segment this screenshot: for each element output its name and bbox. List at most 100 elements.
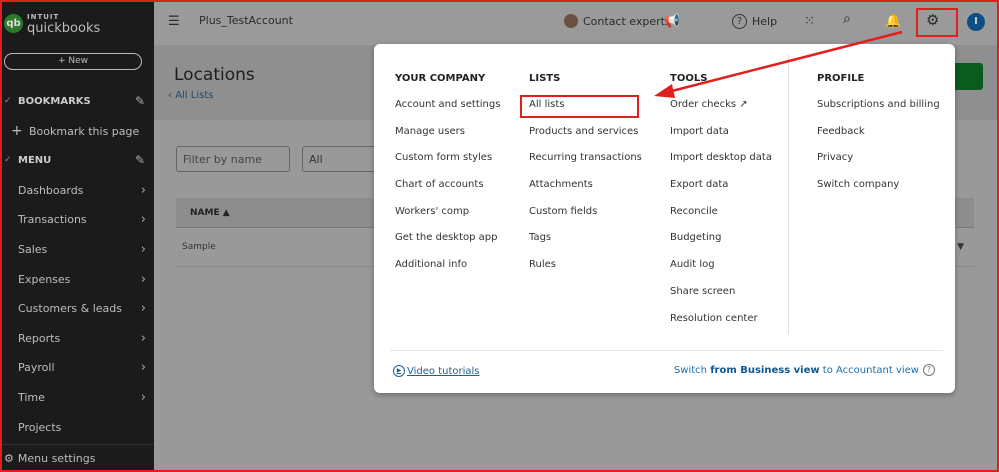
menu-item-budgeting[interactable]: Budgeting	[670, 232, 772, 259]
chevron-right-icon: ›	[140, 330, 146, 346]
menu-item-custom-form-styles[interactable]: Custom form styles	[395, 152, 500, 179]
chevron-right-icon: ›	[140, 271, 146, 287]
menu-settings-label: Menu settings	[17, 452, 96, 465]
sidebar-item-reports[interactable]: Reports ›	[0, 328, 154, 348]
menu-item-rules[interactable]: Rules	[529, 259, 642, 286]
contact-label: Contact experts	[583, 14, 671, 28]
check-icon: ✓	[4, 96, 12, 106]
menu-item-audit-log[interactable]: Audit log	[670, 259, 772, 286]
sidebar-item-time[interactable]: Time ›	[0, 387, 154, 407]
sidebar-item-sales[interactable]: Sales ›	[0, 239, 154, 259]
chevron-right-icon: ›	[140, 211, 146, 227]
bookmarks-header[interactable]: ✓ BOOKMARKS ✎	[0, 91, 154, 111]
sidebar-item-label: Payroll	[18, 360, 55, 374]
menu-item-account-settings[interactable]: Account and settings	[395, 99, 500, 126]
sidebar-item-payroll[interactable]: Payroll ›	[0, 357, 154, 377]
column-heading: YOUR COMPANY	[395, 73, 486, 84]
menu-item-feedback[interactable]: Feedback	[817, 126, 940, 153]
collapse-menu-icon[interactable]: ☰	[168, 14, 180, 29]
annotation-all-lists-highlight	[520, 95, 639, 118]
help-icon: ?	[732, 14, 747, 29]
bookmark-page-label: Bookmark this page	[29, 124, 140, 138]
column-divider	[788, 54, 789, 334]
video-tutorials-link[interactable]: ▶ Video tutorials	[393, 365, 480, 377]
switch-pre: Switch	[673, 364, 711, 376]
menu-item-tags[interactable]: Tags	[529, 232, 642, 259]
sidebar-item-label: Dashboards	[18, 183, 84, 197]
menu-item-import-desktop-data[interactable]: Import desktop data	[670, 152, 772, 179]
column-heading: LISTS	[529, 73, 561, 84]
row-action-dropdown-icon[interactable]: ▼	[957, 242, 964, 252]
top-bar: ☰ Plus_TestAccount Contact experts 📢 ? He…	[154, 0, 999, 45]
back-label: All Lists	[175, 90, 214, 101]
search-icon[interactable]: ⌕	[843, 11, 851, 27]
menu-item-switch-company[interactable]: Switch company	[817, 179, 940, 206]
bookmark-this-page[interactable]: + Bookmark this page	[0, 121, 154, 141]
chevron-right-icon: ›	[140, 182, 146, 198]
menu-item-privacy[interactable]: Privacy	[817, 152, 940, 179]
pencil-icon[interactable]: ✎	[135, 94, 145, 108]
check-icon: ✓	[4, 155, 12, 165]
sidebar-item-label: Transactions	[18, 212, 87, 226]
menu-item-products-services[interactable]: Products and services	[529, 126, 642, 153]
divider	[0, 444, 154, 445]
new-button[interactable]: + New	[4, 53, 142, 70]
menu-item-desktop-app[interactable]: Get the desktop app	[395, 232, 500, 259]
menu-item-custom-fields[interactable]: Custom fields	[529, 206, 642, 233]
menu-item-resolution-center[interactable]: Resolution center	[670, 313, 772, 340]
chevron-right-icon: ›	[140, 300, 146, 316]
filter-input[interactable]: Filter by name	[176, 146, 290, 172]
menu-item-workers-comp[interactable]: Workers' comp	[395, 206, 500, 233]
your-company-column: YOUR COMPANY Account and settings Manage…	[395, 73, 500, 286]
footer-divider	[390, 350, 943, 351]
page-title: Locations	[174, 65, 255, 85]
sidebar-item-projects[interactable]: Projects	[0, 417, 154, 437]
sidebar: qb INTUIT quickbooks + New ✓ BOOKMARKS ✎ + B…	[0, 0, 154, 472]
menu-item-manage-users[interactable]: Manage users	[395, 126, 500, 153]
order-checks-label: Order checks	[670, 99, 737, 110]
contact-experts[interactable]: Contact experts	[564, 14, 671, 28]
menu-item-recurring-transactions[interactable]: Recurring transactions	[529, 152, 642, 179]
qb-logo-icon: qb	[4, 13, 23, 33]
sidebar-item-expenses[interactable]: Expenses ›	[0, 269, 154, 289]
chevron-right-icon: ›	[140, 389, 146, 405]
sidebar-item-dashboards[interactable]: Dashboards ›	[0, 180, 154, 200]
menu-label: MENU	[18, 154, 52, 166]
column-heading: TOOLS	[670, 73, 708, 84]
status-select[interactable]: All	[302, 146, 382, 172]
all-lists-link[interactable]: ‹ All Lists	[168, 90, 213, 101]
quickbooks-logo[interactable]: qb INTUIT quickbooks	[4, 12, 101, 36]
sidebar-item-label: Expenses	[18, 272, 71, 286]
menu-item-export-data[interactable]: Export data	[670, 179, 772, 206]
apps-grid-icon[interactable]: ⁙	[804, 14, 815, 29]
play-icon: ▶	[393, 365, 405, 377]
menu-item-subscriptions[interactable]: Subscriptions and billing	[817, 99, 940, 126]
menu-item-share-screen[interactable]: Share screen	[670, 286, 772, 313]
menu-item-reconcile[interactable]: Reconcile	[670, 206, 772, 233]
user-avatar[interactable]: I	[967, 13, 985, 31]
menu-item-import-data[interactable]: Import data	[670, 126, 772, 153]
bell-icon[interactable]: 🔔	[885, 14, 901, 29]
plus-icon: +	[11, 123, 23, 139]
help-label: Help	[752, 15, 778, 28]
brand-name: quickbooks	[27, 21, 101, 36]
help-button[interactable]: ? Help	[732, 14, 777, 29]
sidebar-item-customers[interactable]: Customers & leads ›	[0, 298, 154, 318]
menu-item-chart-of-accounts[interactable]: Chart of accounts	[395, 179, 500, 206]
megaphone-icon[interactable]: 📢	[664, 14, 680, 29]
switch-post: to Accountant view	[819, 364, 919, 376]
help-icon[interactable]: ?	[923, 364, 935, 376]
menu-header[interactable]: ✓ MENU ✎	[0, 150, 154, 170]
sidebar-item-label: Sales	[18, 242, 48, 256]
column-heading: PROFILE	[817, 73, 865, 84]
tools-column: TOOLS Order checks ↗ Import data Import …	[670, 73, 772, 339]
menu-item-order-checks[interactable]: Order checks ↗	[670, 99, 772, 126]
pencil-icon[interactable]: ✎	[135, 153, 145, 167]
bookmarks-label: BOOKMARKS	[18, 95, 91, 107]
menu-item-additional-info[interactable]: Additional info	[395, 259, 500, 286]
menu-item-attachments[interactable]: Attachments	[529, 179, 642, 206]
company-name: Plus_TestAccount	[199, 14, 293, 27]
switch-view-link[interactable]: Switch from Business view to Accountant …	[674, 364, 935, 376]
sidebar-item-transactions[interactable]: Transactions ›	[0, 209, 154, 229]
menu-settings[interactable]: ⚙ Menu settings	[4, 452, 95, 465]
